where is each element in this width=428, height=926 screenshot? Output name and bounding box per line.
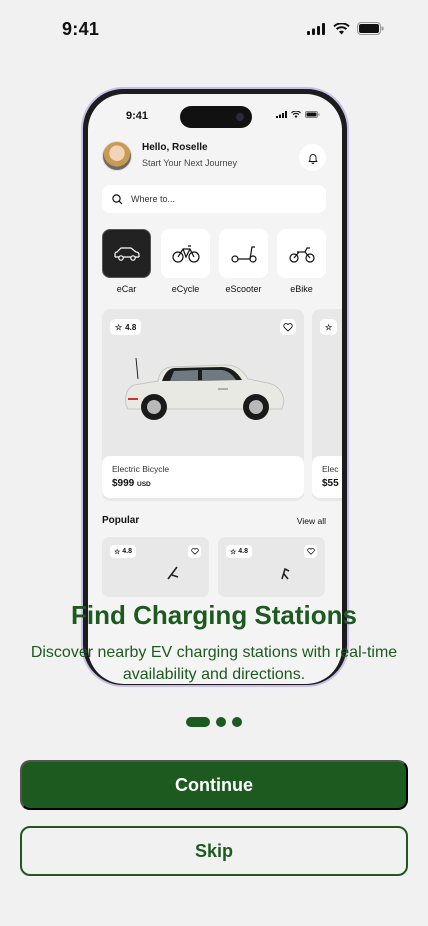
onboarding-title: Find Charging Stations	[71, 600, 357, 630]
rating-badge: ☆ 4.8	[110, 319, 142, 335]
rating-value: 4.8	[125, 322, 137, 332]
category-ecycle	[161, 229, 210, 278]
category-label: eCycle	[171, 284, 200, 294]
scooter-image	[167, 566, 179, 580]
product-name: Electric Bicycle	[112, 464, 170, 474]
search-icon	[112, 193, 123, 204]
page-indicator	[0, 717, 428, 727]
star-icon: ☆	[325, 322, 333, 332]
heart-icon	[283, 322, 293, 332]
price-value: $999	[112, 478, 135, 489]
search-placeholder: Where to...	[131, 194, 176, 204]
product-price: $999 USD	[112, 478, 294, 489]
card-info: Elec $55	[312, 456, 342, 498]
status-bar: 9:41	[0, 0, 428, 60]
star-icon: ☆	[230, 548, 237, 556]
motorbike-icon	[288, 246, 315, 263]
greeting-subtitle: Start Your Next Journey	[142, 158, 238, 168]
popular-heading: Popular	[102, 515, 140, 526]
camera-dot	[236, 113, 244, 121]
rating-badge: ☆ 4.8	[226, 545, 253, 558]
heart-icon	[306, 548, 315, 555]
wifi-icon	[291, 111, 301, 118]
avatar	[102, 141, 132, 171]
phone-mockup: 9:41 Hello, Roselle Start Your Next Jour…	[81, 87, 349, 687]
card-info: Electric Bicycle $999 USD	[102, 456, 304, 498]
dynamic-island	[180, 106, 252, 128]
wifi-icon	[333, 22, 350, 34]
favorite-button	[304, 545, 317, 558]
page-dot-active	[186, 717, 210, 727]
category-label: eBike	[290, 284, 313, 294]
battery-icon	[305, 111, 320, 118]
popular-card: ☆ 4.8	[102, 537, 209, 597]
mockup-screen: 9:41 Hello, Roselle Start Your Next Jour…	[88, 94, 342, 684]
popular-card: ☆ 4.8	[218, 537, 325, 597]
page-dot	[216, 717, 226, 727]
rating-value: 4.8	[238, 548, 249, 555]
bell-icon	[308, 153, 317, 164]
scooter-image	[281, 567, 290, 580]
car-image	[125, 357, 285, 420]
bicycle-icon	[171, 244, 200, 263]
notification-button	[299, 144, 326, 171]
product-price: $55	[322, 478, 339, 489]
category-escooter	[219, 229, 268, 278]
battery-icon	[357, 22, 384, 35]
category-label: eScooter	[225, 284, 262, 294]
category-ecar	[102, 229, 151, 278]
star-icon: ☆	[114, 548, 121, 556]
signal-icon	[276, 111, 287, 118]
heart-icon	[190, 548, 199, 555]
car-icon	[113, 246, 140, 261]
greeting-text: Hello, Roselle	[142, 142, 208, 153]
mockup-status-time: 9:41	[126, 110, 149, 122]
rating-value: 4.8	[122, 548, 133, 555]
product-name: Elec	[322, 464, 339, 474]
mockup-search-bar: Where to...	[102, 185, 326, 213]
skip-button[interactable]: Skip	[20, 826, 408, 876]
favorite-button	[280, 319, 296, 335]
onboarding-description: Discover nearby EV charging stations wit…	[30, 644, 398, 683]
status-time: 9:41	[62, 19, 100, 39]
rating-badge: ☆ 4.8	[110, 545, 137, 558]
status-icons	[307, 22, 384, 35]
rating-badge: ☆	[320, 319, 338, 335]
continue-button[interactable]: Continue	[20, 760, 408, 810]
favorite-button	[188, 545, 201, 558]
scooter-icon	[230, 245, 257, 263]
page-dot	[232, 717, 242, 727]
mockup-status-icons	[276, 111, 320, 118]
view-all-link: View all	[296, 516, 326, 526]
featured-card-partial: ☆ Elec $55	[312, 309, 342, 501]
star-icon: ☆	[115, 322, 123, 332]
price-unit: USD	[137, 481, 151, 488]
category-label: eCar	[116, 284, 137, 294]
signal-icon	[307, 22, 325, 35]
category-ebike	[277, 229, 326, 278]
featured-card: ☆ 4.8 Electric Bicycle $999 USD	[102, 309, 304, 501]
